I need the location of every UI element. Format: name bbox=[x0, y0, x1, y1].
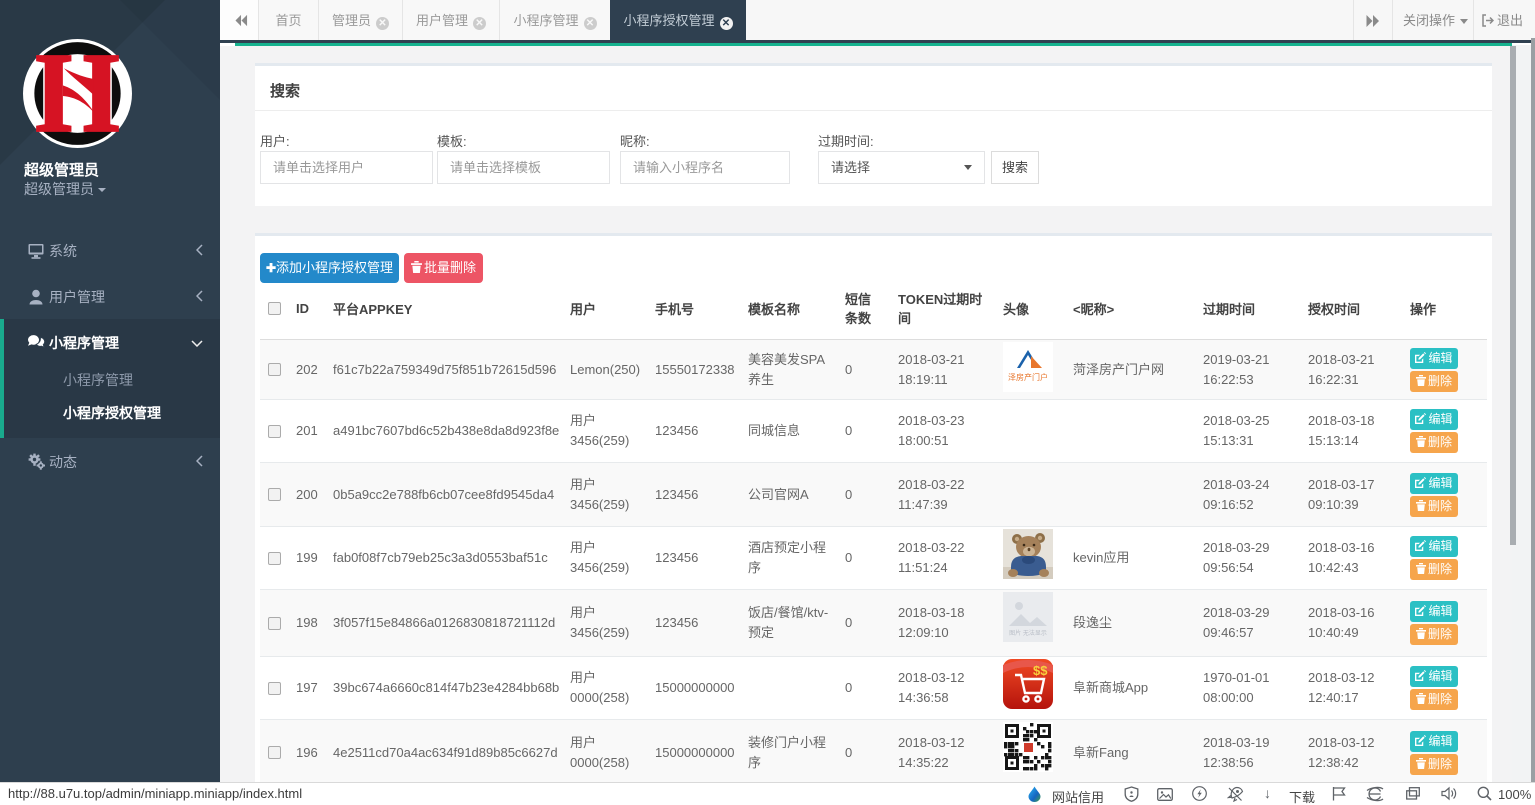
svg-text:$$: $$ bbox=[1033, 663, 1048, 678]
svg-text:图片 无法显示: 图片 无法显示 bbox=[1009, 629, 1047, 637]
svg-text:泽房产门户: 泽房产门户 bbox=[1008, 372, 1048, 382]
